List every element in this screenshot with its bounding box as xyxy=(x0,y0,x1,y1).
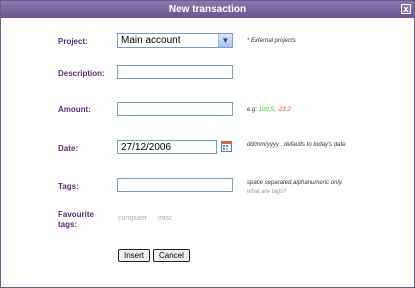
amount-hint-negative: -23.2 xyxy=(277,107,291,113)
favourite-tags-label: Favourite tags: xyxy=(58,210,94,230)
dialog-titlebar[interactable]: New transaction xyxy=(1,1,414,18)
amount-hint-positive: 100.5 xyxy=(258,107,274,113)
amount-input[interactable] xyxy=(117,102,233,116)
new-transaction-dialog: New transaction x Project: Main account … xyxy=(0,0,415,288)
date-label: Date: xyxy=(58,144,79,153)
project-selected-value: Main account xyxy=(121,35,181,46)
favourite-tag-computer[interactable]: computer xyxy=(118,215,147,222)
favourite-tags-label-line2: tags: xyxy=(58,220,78,229)
tags-label: Tags: xyxy=(58,182,79,191)
chevron-down-icon[interactable]: ▼ xyxy=(218,34,232,47)
cancel-button[interactable]: Cancel xyxy=(153,249,190,262)
amount-hint: e.g: 100.5, -23.2 xyxy=(247,107,291,113)
date-hint: dd/mm/yyyy , defaults to today's date xyxy=(247,142,346,148)
dialog-title: New transaction xyxy=(168,4,247,15)
close-icon[interactable]: x xyxy=(401,4,411,14)
amount-hint-sep: , xyxy=(273,107,276,113)
date-input[interactable] xyxy=(117,140,217,154)
tags-input[interactable] xyxy=(117,178,233,192)
amount-label: Amount: xyxy=(58,105,91,114)
description-label: Description: xyxy=(58,69,105,78)
tags-hint: space separated,alphanumeric only. what … xyxy=(247,179,347,197)
favourite-tags-label-line1: Favourite xyxy=(58,210,95,219)
project-hint: * External projects xyxy=(247,38,296,44)
project-select[interactable]: Main account ▼ xyxy=(117,33,233,48)
insert-button[interactable]: Insert xyxy=(118,249,151,262)
project-label: Project: xyxy=(58,37,88,46)
amount-hint-prefix: e.g: xyxy=(247,107,258,113)
favourite-tag-misc[interactable]: misc xyxy=(158,215,172,222)
tags-hint-text: space separated,alphanumeric only. xyxy=(247,180,343,186)
description-input[interactable] xyxy=(117,65,233,79)
what-are-tags-link[interactable]: what are tags? xyxy=(247,189,286,195)
calendar-icon[interactable] xyxy=(221,141,232,152)
